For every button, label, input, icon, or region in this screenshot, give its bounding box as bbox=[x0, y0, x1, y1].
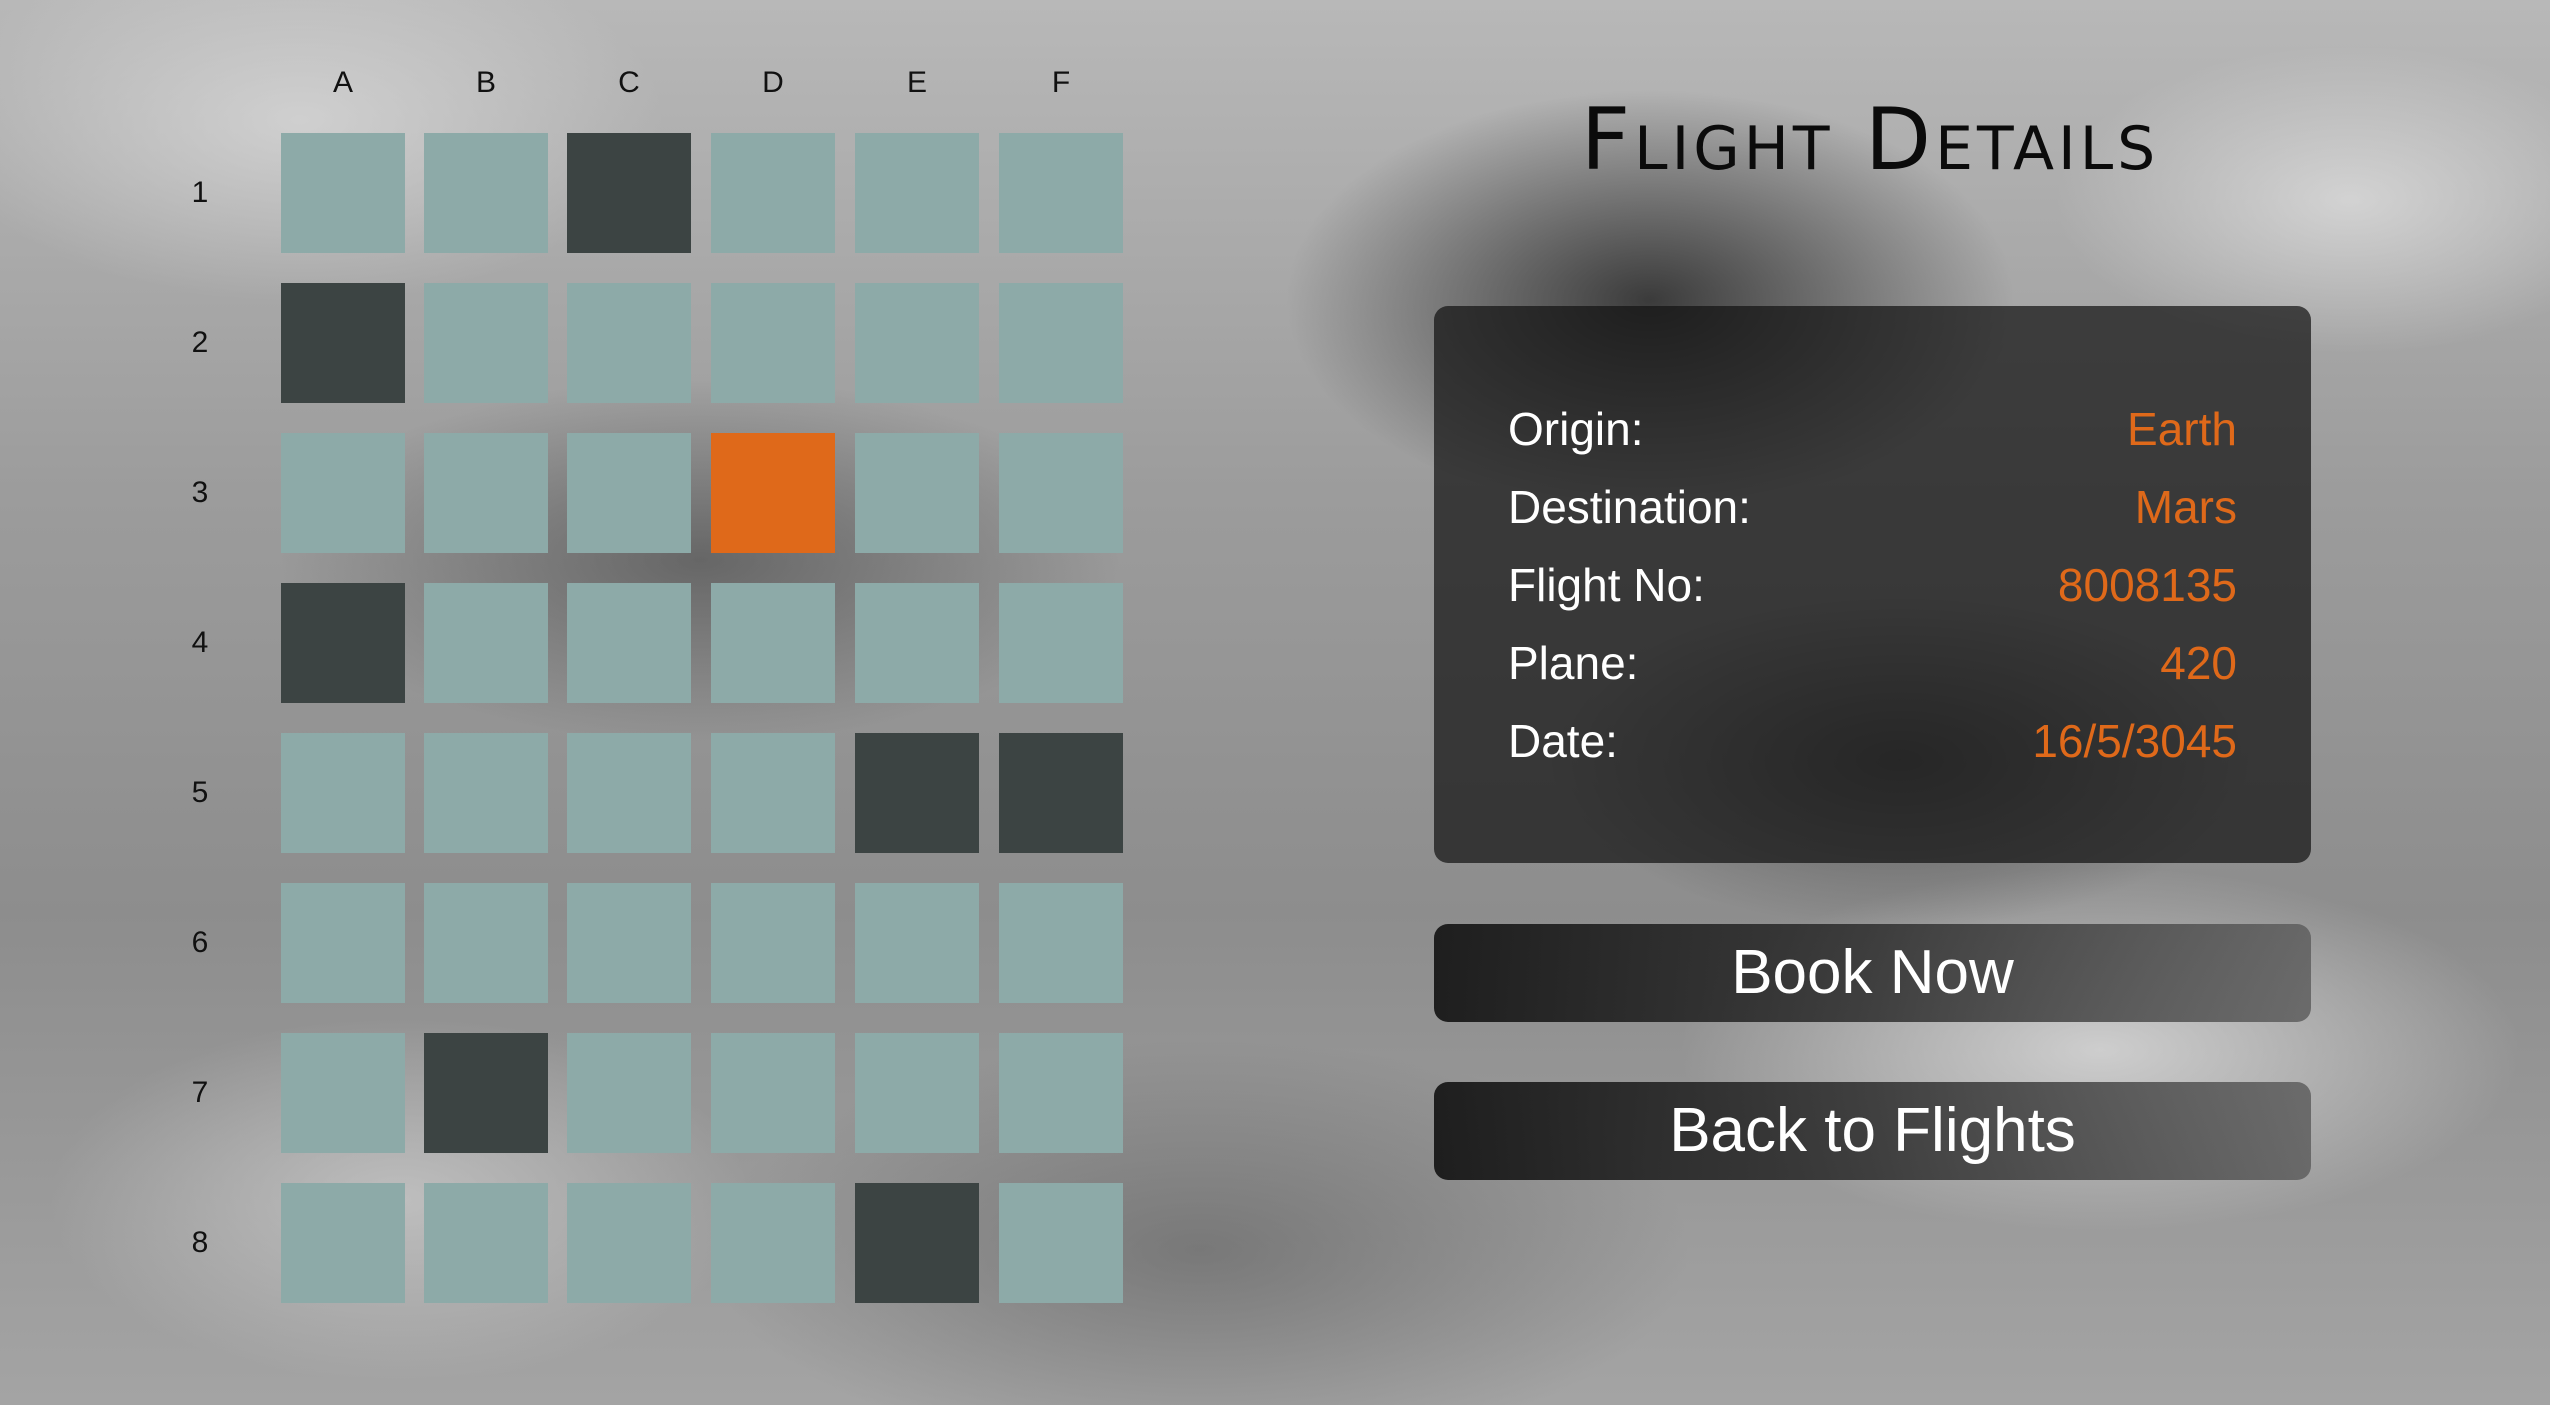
seat-2a bbox=[281, 283, 405, 403]
detail-value: Earth bbox=[2127, 403, 2237, 455]
seat-5a[interactable] bbox=[281, 733, 405, 853]
seat-4e[interactable] bbox=[855, 583, 979, 703]
seat-2e[interactable] bbox=[855, 283, 979, 403]
seat-3e[interactable] bbox=[855, 433, 979, 553]
back-to-flights-button[interactable]: Back to Flights bbox=[1434, 1082, 2311, 1180]
seat-8d[interactable] bbox=[711, 1183, 835, 1303]
seat-6a[interactable] bbox=[281, 883, 405, 1003]
detail-label: Origin: bbox=[1508, 403, 1644, 455]
detail-value: Mars bbox=[2134, 481, 2237, 533]
seat-7a[interactable] bbox=[281, 1033, 405, 1153]
seat-1a[interactable] bbox=[281, 133, 405, 253]
detail-row-origin: Origin: Earth bbox=[1508, 402, 2237, 462]
column-label-f: F bbox=[1051, 66, 1071, 99]
seat-6d[interactable] bbox=[711, 883, 835, 1003]
column-label-d: D bbox=[762, 66, 784, 99]
seat-4a bbox=[281, 583, 405, 703]
seat-8e bbox=[855, 1183, 979, 1303]
seat-7c[interactable] bbox=[567, 1033, 691, 1153]
column-label-a: A bbox=[332, 66, 353, 99]
seat-2f[interactable] bbox=[999, 283, 1123, 403]
detail-label: Date: bbox=[1508, 715, 1618, 767]
seat-4d[interactable] bbox=[711, 583, 835, 703]
seat-6f[interactable] bbox=[999, 883, 1123, 1003]
seat-4f[interactable] bbox=[999, 583, 1123, 703]
row-label-5: 5 bbox=[191, 776, 209, 809]
detail-value: 420 bbox=[2160, 637, 2237, 689]
seat-8f[interactable] bbox=[999, 1183, 1123, 1303]
seat-1f[interactable] bbox=[999, 133, 1123, 253]
detail-value: 16/5/3045 bbox=[2032, 715, 2237, 767]
seat-5d[interactable] bbox=[711, 733, 835, 853]
seat-1d[interactable] bbox=[711, 133, 835, 253]
column-label-e: E bbox=[906, 66, 927, 99]
page-title: Flight Details bbox=[1580, 90, 2160, 190]
detail-row-date: Date: 16/5/3045 bbox=[1508, 714, 2237, 774]
column-label-b: B bbox=[475, 66, 496, 99]
seat-7f[interactable] bbox=[999, 1033, 1123, 1153]
seat-7b bbox=[424, 1033, 548, 1153]
seat-2c[interactable] bbox=[567, 283, 691, 403]
seat-5f bbox=[999, 733, 1123, 853]
seat-7d[interactable] bbox=[711, 1033, 835, 1153]
seat-1b[interactable] bbox=[424, 133, 548, 253]
row-label-8: 8 bbox=[191, 1226, 209, 1259]
seat-2d[interactable] bbox=[711, 283, 835, 403]
flight-details-card: Origin: Earth Destination: Mars Flight N… bbox=[1434, 306, 2311, 863]
seat-6b[interactable] bbox=[424, 883, 548, 1003]
detail-label: Flight No: bbox=[1508, 559, 1705, 611]
column-label-c: C bbox=[618, 66, 640, 99]
seat-5c[interactable] bbox=[567, 733, 691, 853]
row-label-4: 4 bbox=[191, 626, 209, 659]
row-label-3: 3 bbox=[191, 476, 209, 509]
detail-row-destination: Destination: Mars bbox=[1508, 480, 2237, 540]
row-label-1: 1 bbox=[191, 176, 209, 209]
detail-label: Destination: bbox=[1508, 481, 1751, 533]
seat-6c[interactable] bbox=[567, 883, 691, 1003]
detail-value: 8008135 bbox=[2057, 559, 2237, 611]
seat-3a[interactable] bbox=[281, 433, 405, 553]
seat-3d[interactable] bbox=[711, 433, 835, 553]
seat-5e bbox=[855, 733, 979, 853]
seat-4b[interactable] bbox=[424, 583, 548, 703]
seat-4c[interactable] bbox=[567, 583, 691, 703]
seat-5b[interactable] bbox=[424, 733, 548, 853]
book-now-button[interactable]: Book Now bbox=[1434, 924, 2311, 1022]
seat-8b[interactable] bbox=[424, 1183, 548, 1303]
seat-1e[interactable] bbox=[855, 133, 979, 253]
detail-row-flight-no: Flight No: 8008135 bbox=[1508, 558, 2237, 618]
seat-7e[interactable] bbox=[855, 1033, 979, 1153]
row-label-2: 2 bbox=[191, 326, 209, 359]
seat-3c[interactable] bbox=[567, 433, 691, 553]
seat-8a[interactable] bbox=[281, 1183, 405, 1303]
row-label-7: 7 bbox=[191, 1076, 209, 1109]
seat-6e[interactable] bbox=[855, 883, 979, 1003]
row-label-6: 6 bbox=[191, 926, 209, 959]
seat-1c bbox=[567, 133, 691, 253]
seat-2b[interactable] bbox=[424, 283, 548, 403]
detail-label: Plane: bbox=[1508, 637, 1639, 689]
seat-3b[interactable] bbox=[424, 433, 548, 553]
seat-8c[interactable] bbox=[567, 1183, 691, 1303]
seat-3f[interactable] bbox=[999, 433, 1123, 553]
detail-row-plane: Plane: 420 bbox=[1508, 636, 2237, 696]
